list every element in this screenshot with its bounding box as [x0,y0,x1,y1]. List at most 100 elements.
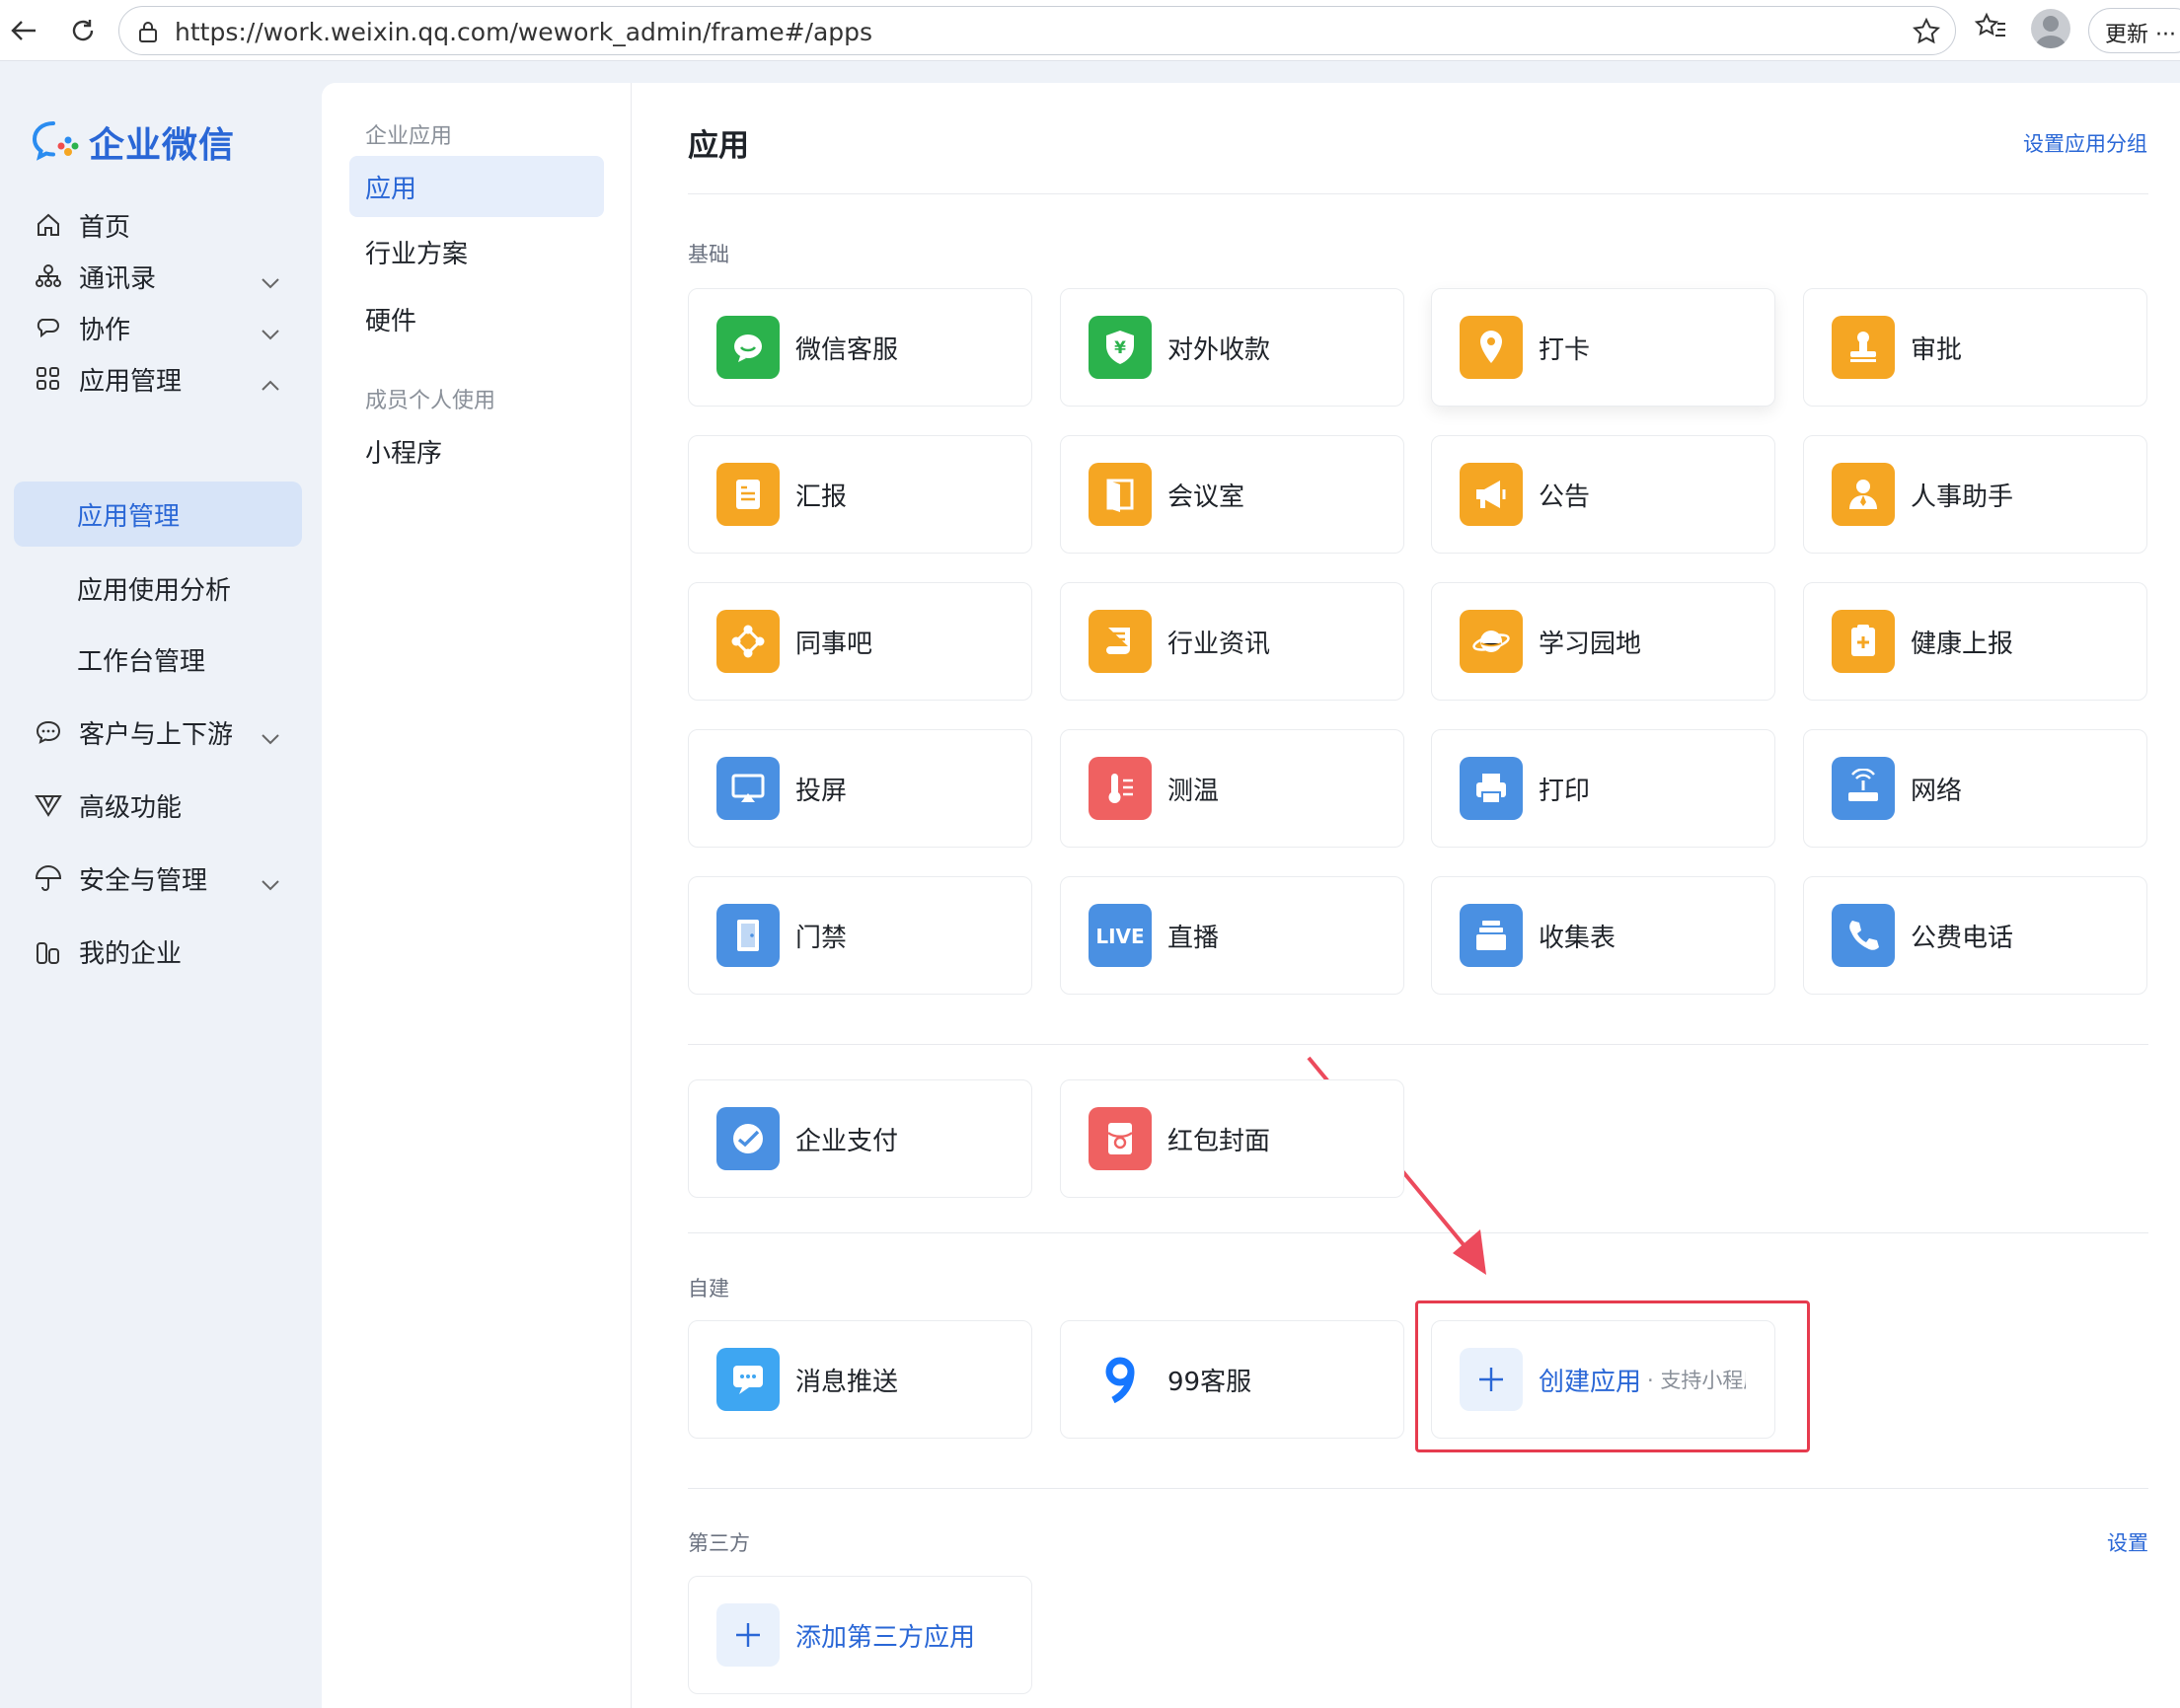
app-label: 直播 [1167,923,1220,953]
megaphone-icon [1460,463,1523,526]
subnav-group-enterprise-apps: 企业应用 [365,124,453,149]
chevron-up-icon [261,369,280,399]
pay-check-icon [716,1107,780,1170]
subnav-group-personal: 成员个人使用 [365,389,496,413]
form-tray-icon [1460,904,1523,967]
thermometer-icon [1089,757,1152,820]
set-app-group-link[interactable]: 设置应用分组 [2023,128,2147,158]
sidebar-item-label: 客户与上下游 [79,719,234,750]
app-card-message-push[interactable]: 消息推送 [688,1320,1032,1439]
app-label: 行业资讯 [1167,629,1271,659]
subnav-item-apps[interactable]: 应用 [349,156,604,217]
subnav-item-mini-program[interactable]: 小程序 [349,420,604,482]
app-card-report-doc[interactable]: 汇报 [688,435,1032,554]
app-card-nine-logo[interactable]: 99客服 [1060,1320,1404,1439]
screen-cast-icon [716,757,780,820]
sidebar-item-app-management[interactable]: 应用管理 [14,345,302,412]
third-party-settings-link[interactable]: 设置 [2107,1527,2148,1557]
address-bar[interactable]: https://work.weixin.qq.com/wework_admin/… [118,6,1956,55]
app-card-red-envelope[interactable]: 红包封面 [1060,1079,1404,1198]
app-label: 红包封面 [1167,1126,1271,1156]
app-card-megaphone[interactable]: 公告 [1431,435,1775,554]
reload-icon[interactable] [63,12,103,49]
sidebar-item-label: 高级功能 [79,792,183,823]
app-card-door[interactable]: 会议室 [1060,435,1404,554]
app-card-thermometer[interactable]: 测温 [1060,729,1404,848]
app-card-form-tray[interactable]: 收集表 [1431,876,1775,995]
update-button[interactable]: 更新 ··· [2088,8,2180,53]
app-label: 审批 [1911,334,1963,365]
planet-icon [1460,610,1523,673]
app-card-pay-check[interactable]: 企业支付 [688,1079,1032,1198]
page-title: 应用 [688,128,749,164]
divider [688,1044,2148,1045]
app-card-access-door[interactable]: 门禁 [688,876,1032,995]
section-basic-label: 基础 [688,243,729,266]
plus-icon [716,1603,780,1667]
app-label: 公费电话 [1911,923,2014,953]
app-label: 打卡 [1539,334,1591,365]
secondary-nav: 企业应用 应用 行业方案 硬件 成员个人使用 小程序 [322,83,632,1708]
app-card-network[interactable]: 同事吧 [688,582,1032,701]
app-card-medical-report[interactable]: 健康上报 [1803,582,2147,701]
sidebar-item-label: 通讯录 [79,263,157,294]
network-icon [716,610,780,673]
app-card-screen-cast[interactable]: 投屏 [688,729,1032,848]
app-label: 健康上报 [1911,629,2014,659]
sidebar-item-advanced[interactable]: 高级功能 [14,772,302,839]
app-card-planet[interactable]: 学习园地 [1431,582,1775,701]
add-third-party-card[interactable]: 添加第三方应用 [688,1576,1032,1694]
svg-text:LIVE: LIVE [1095,925,1144,948]
app-label: 人事助手 [1911,482,2014,512]
app-label: 收集表 [1539,923,1616,953]
sidebar-item-customers[interactable]: 客户与上下游 [14,699,302,766]
back-icon[interactable] [4,12,43,49]
app-card-yuan-shield[interactable]: ¥ 对外收款 [1060,288,1404,407]
sidebar-sub-usage-analysis[interactable]: 应用使用分析 [14,555,302,622]
sidebar-item-label: 首页 [79,212,131,243]
subnav-item-hardware[interactable]: 硬件 [349,288,604,349]
app-label: 门禁 [795,923,848,953]
bookmark-star-icon[interactable] [1912,17,1941,50]
chevron-down-icon [261,868,280,898]
highlight-box [1415,1300,1810,1452]
sidebar-item-label: 安全与管理 [79,865,208,896]
add-third-party-label: 添加第三方应用 [795,1622,976,1653]
stamp-icon [1832,316,1895,379]
chevron-down-icon [261,266,280,296]
browser-toolbar: https://work.weixin.qq.com/wework_admin/… [0,0,2180,61]
person-icon [1832,463,1895,526]
sidebar-item-label: 我的企业 [79,938,183,969]
favorites-icon[interactable] [1974,10,2007,47]
app-card-printer[interactable]: 打印 [1431,729,1775,848]
app-card-person[interactable]: 人事助手 [1803,435,2147,554]
sidebar-item-security[interactable]: 安全与管理 [14,845,302,912]
app-card-phone[interactable]: 公费电话 [1803,876,2147,995]
divider [688,193,2148,194]
door-icon [1089,463,1152,526]
wechat-service-icon [716,316,780,379]
wecom-logo: 企业微信 [32,116,235,168]
app-card-wechat-service[interactable]: 微信客服 [688,288,1032,407]
sidebar-sub-workbench[interactable]: 工作台管理 [14,626,302,693]
sidebar-item-my-company[interactable]: 我的企业 [14,918,302,985]
message-push-icon [716,1348,780,1411]
app-card-live[interactable]: LIVE 直播 [1060,876,1404,995]
app-label: 汇报 [795,482,848,512]
subnav-item-industry[interactable]: 行业方案 [349,221,604,282]
app-label: 测温 [1167,776,1220,806]
app-card-location-pin[interactable]: 打卡 [1431,288,1775,407]
app-card-news-scroll[interactable]: 行业资讯 [1060,582,1404,701]
sidebar-sub-app-management[interactable]: 应用管理 [14,482,302,547]
app-card-stamp[interactable]: 审批 [1803,288,2147,407]
sidebar-item-label: 协作 [79,315,131,345]
phone-icon [1832,904,1895,967]
chat-bubble-icon [34,717,63,747]
red-envelope-icon [1089,1107,1152,1170]
advanced-icon [34,790,63,820]
news-scroll-icon [1089,610,1152,673]
profile-avatar[interactable] [2031,9,2070,48]
collaboration-icon [34,313,63,342]
app-card-router[interactable]: 网络 [1803,729,2147,848]
svg-text:¥: ¥ [1114,338,1126,358]
